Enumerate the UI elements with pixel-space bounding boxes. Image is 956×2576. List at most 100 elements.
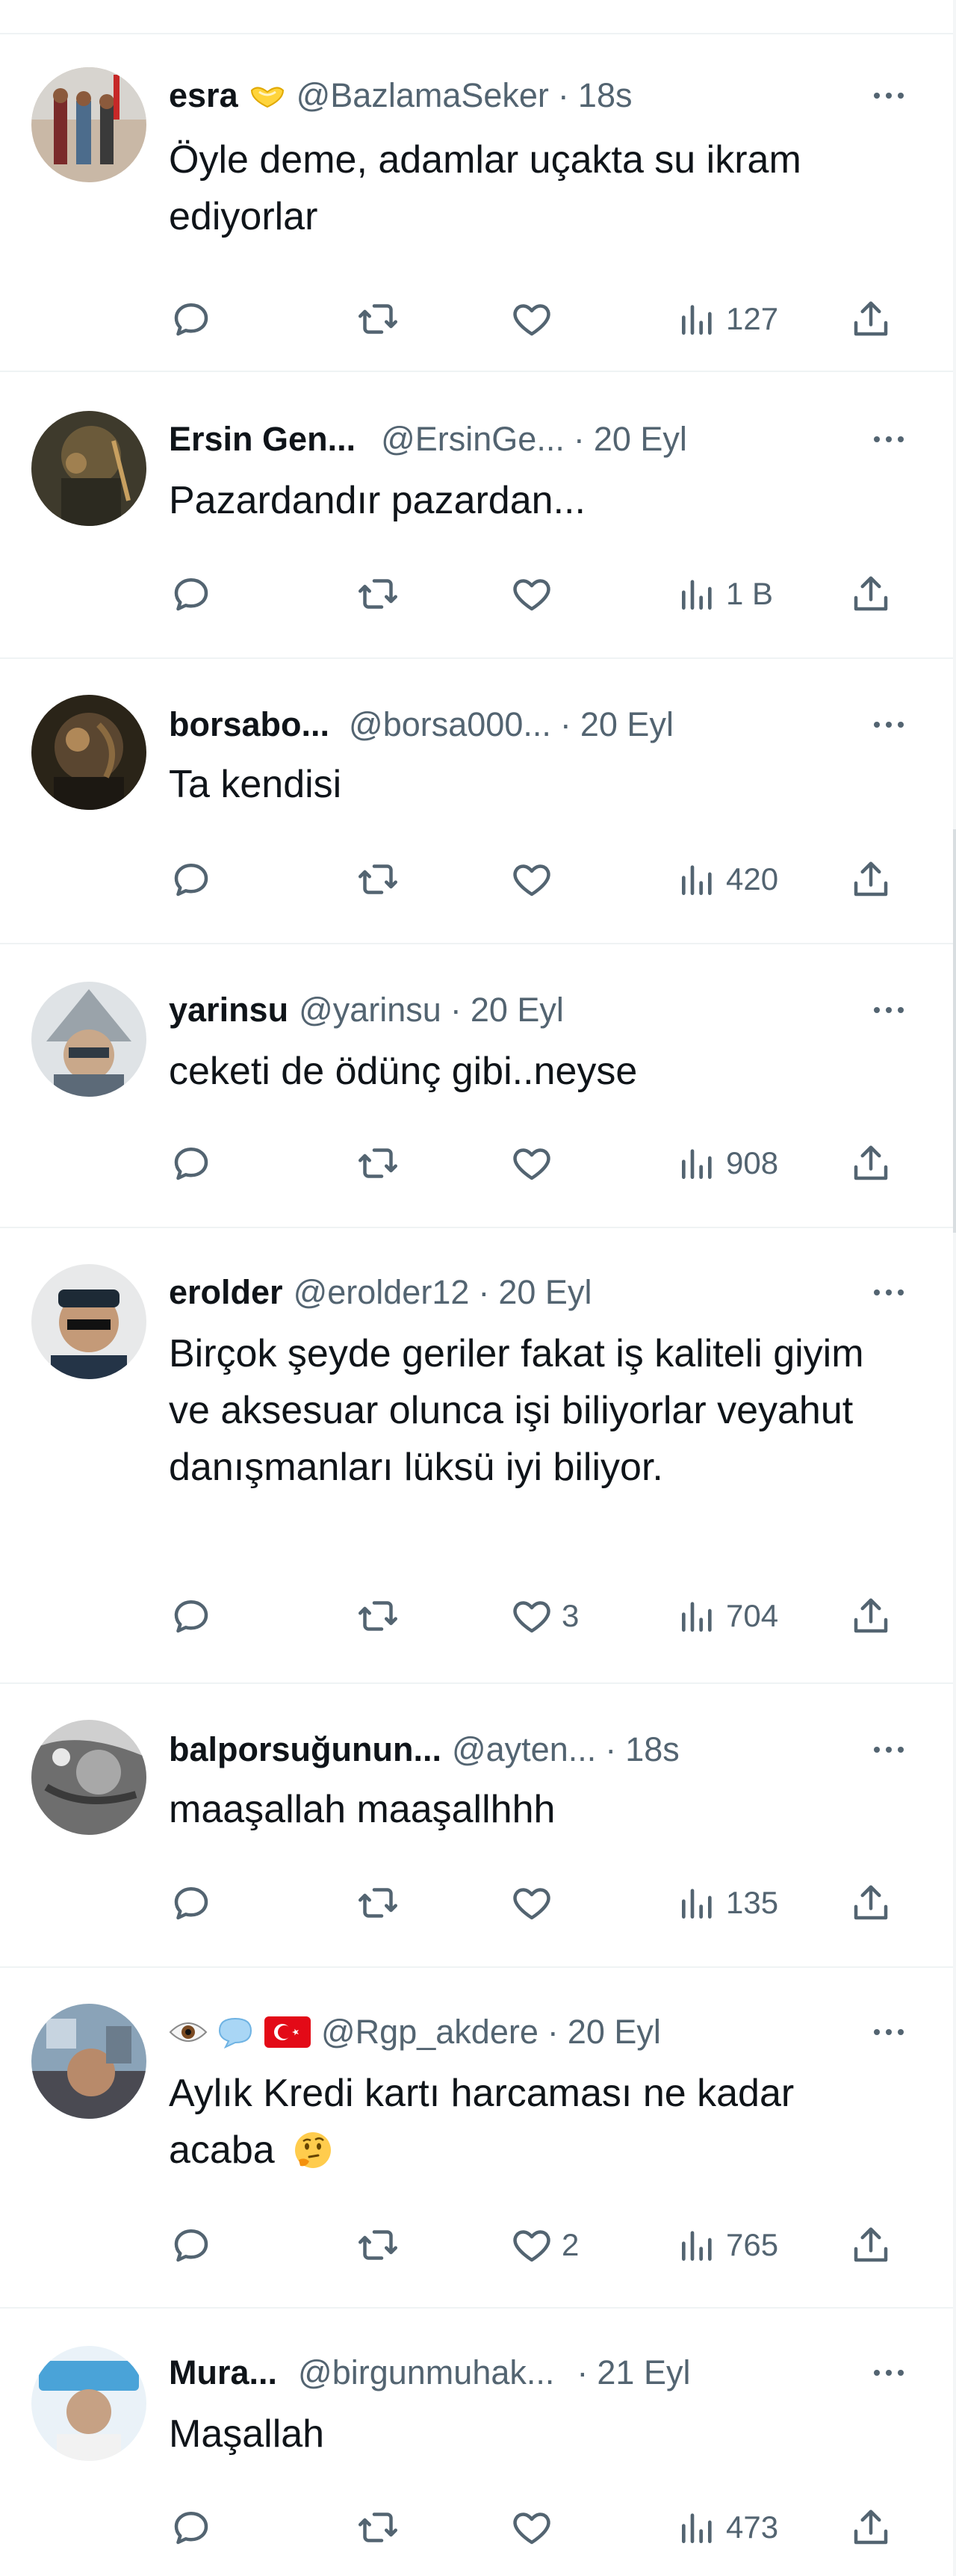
retweet-button[interactable]: [356, 1877, 400, 1929]
views-button[interactable]: 135: [677, 1877, 778, 1929]
reply-button[interactable]: [169, 1590, 214, 1642]
share-button[interactable]: [848, 1137, 893, 1189]
retweet-icon: [358, 2230, 397, 2260]
thinking-face-icon: [293, 2129, 333, 2186]
timestamp[interactable]: 18s: [578, 76, 633, 115]
share-button[interactable]: [848, 568, 893, 620]
reply-button[interactable]: [169, 293, 214, 345]
like-button[interactable]: 3: [509, 1590, 579, 1642]
more-options-icon[interactable]: [866, 1727, 911, 1772]
share-button[interactable]: [848, 1590, 893, 1642]
reply-button[interactable]: [169, 2501, 214, 2554]
more-options-icon[interactable]: [866, 988, 911, 1032]
avatar[interactable]: [31, 411, 146, 526]
views-button[interactable]: 473: [677, 2501, 778, 2554]
tweet-card[interactable]: borsabo... @borsa000... · 20 Eyl Ta kend…: [0, 659, 953, 944]
avatar[interactable]: [31, 1720, 146, 1835]
scrollbar-thumb[interactable]: [953, 829, 956, 1233]
avatar[interactable]: [31, 2004, 146, 2119]
user-handle[interactable]: @ayten...: [452, 1730, 596, 1769]
share-button[interactable]: [848, 293, 893, 345]
like-button[interactable]: 2: [509, 2219, 579, 2271]
reply-button[interactable]: [169, 568, 214, 620]
tweet-card[interactable]: Mura... @birgunmuhak... · 21 Eyl Maşalla…: [0, 2309, 953, 2576]
views-button[interactable]: 420: [677, 853, 778, 905]
avatar[interactable]: [31, 1264, 146, 1379]
more-options-icon[interactable]: [866, 2010, 911, 2055]
user-handle[interactable]: @borsa000...: [349, 705, 551, 744]
tweet-card[interactable]: esra @BazlamaSeker · 18s Öyle deme, adam…: [0, 34, 953, 372]
tweet-card[interactable]: @Rgp_akdere · 20 Eyl Aylık Kredi kartı h…: [0, 1968, 953, 2309]
timestamp[interactable]: 18s: [625, 1730, 680, 1769]
timestamp[interactable]: 20 Eyl: [568, 2013, 661, 2052]
user-handle[interactable]: @erolder12: [294, 1273, 470, 1312]
avatar[interactable]: [31, 982, 146, 1097]
more-options-icon[interactable]: [866, 417, 911, 462]
turkey-flag-icon: [264, 2016, 311, 2048]
timestamp[interactable]: 21 Eyl: [597, 2353, 690, 2392]
share-button[interactable]: [848, 853, 893, 905]
more-options-icon[interactable]: [866, 702, 911, 747]
user-handle[interactable]: @birgunmuhak...: [298, 2353, 554, 2392]
share-button[interactable]: [848, 1877, 893, 1929]
views-button[interactable]: 1 B: [677, 568, 773, 620]
avatar[interactable]: [31, 67, 146, 182]
separator-dot: ·: [478, 1273, 490, 1311]
retweet-button[interactable]: [356, 1590, 400, 1642]
reply-button[interactable]: [169, 853, 214, 905]
reply-button[interactable]: [169, 2219, 214, 2271]
more-options-icon[interactable]: [866, 1270, 911, 1315]
timestamp[interactable]: 20 Eyl: [580, 705, 674, 744]
display-name[interactable]: balporsuğunun...: [169, 1730, 441, 1769]
reply-icon: [174, 578, 208, 611]
eye-icon: [169, 2019, 208, 2046]
share-button[interactable]: [848, 2501, 893, 2554]
like-button[interactable]: [509, 293, 562, 345]
user-handle[interactable]: @yarinsu: [299, 991, 441, 1030]
retweet-button[interactable]: [356, 2501, 400, 2554]
tweet-header: yarinsu @yarinsu · 20 Eyl: [169, 988, 911, 1032]
like-button[interactable]: [509, 1877, 562, 1929]
share-button[interactable]: [848, 2219, 893, 2271]
display-name[interactable]: Mura...: [169, 2353, 277, 2392]
like-button[interactable]: [509, 1137, 562, 1189]
display-name[interactable]: borsabo...: [169, 705, 329, 744]
display-name[interactable]: erolder: [169, 1273, 283, 1312]
retweet-button[interactable]: [356, 293, 400, 345]
tweet-card[interactable]: balporsuğunun... @ayten... · 18s maaşall…: [0, 1684, 953, 1968]
tweet-card[interactable]: Ersin Gen... @ErsinGe... · 20 Eyl Pazard…: [0, 372, 953, 659]
display-name[interactable]: yarinsu: [169, 991, 288, 1030]
share-icon: [854, 1885, 888, 1920]
tweet-card[interactable]: erolder @erolder12 · 20 Eyl Birçok şeyde…: [0, 1228, 953, 1684]
like-button[interactable]: [509, 853, 562, 905]
views-button[interactable]: 704: [677, 1590, 778, 1642]
more-options-icon[interactable]: [866, 2350, 911, 2395]
timestamp[interactable]: 20 Eyl: [594, 420, 687, 459]
timestamp[interactable]: 20 Eyl: [471, 991, 564, 1030]
views-button[interactable]: 765: [677, 2219, 778, 2271]
tweet-card[interactable]: yarinsu @yarinsu · 20 Eyl ceketi de ödün…: [0, 944, 953, 1228]
views-button[interactable]: 127: [677, 293, 778, 345]
retweet-button[interactable]: [356, 2219, 400, 2271]
like-button[interactable]: [509, 2501, 562, 2554]
retweet-button[interactable]: [356, 568, 400, 620]
retweet-button[interactable]: [356, 1137, 400, 1189]
retweet-button[interactable]: [356, 853, 400, 905]
reply-button[interactable]: [169, 1877, 214, 1929]
views-button[interactable]: 908: [677, 1137, 778, 1189]
reply-button[interactable]: [169, 1137, 214, 1189]
scrollbar-track[interactable]: [953, 0, 956, 2576]
display-name[interactable]: Ersin Gen...: [169, 420, 356, 459]
tweet-text: maaşallah maaşallhhh: [169, 1788, 556, 1831]
timestamp[interactable]: 20 Eyl: [498, 1273, 592, 1312]
views-chart-icon: [682, 2231, 712, 2261]
like-button[interactable]: [509, 568, 562, 620]
user-handle[interactable]: @Rgp_akdere: [321, 2013, 538, 2052]
user-handle[interactable]: @ErsinGe...: [381, 420, 565, 459]
user-handle[interactable]: @BazlamaSeker: [297, 76, 549, 115]
display-name[interactable]: esra: [169, 76, 238, 115]
views-chart-icon: [682, 305, 712, 335]
avatar[interactable]: [31, 2346, 146, 2461]
more-options-icon[interactable]: [866, 73, 911, 118]
avatar[interactable]: [31, 695, 146, 810]
